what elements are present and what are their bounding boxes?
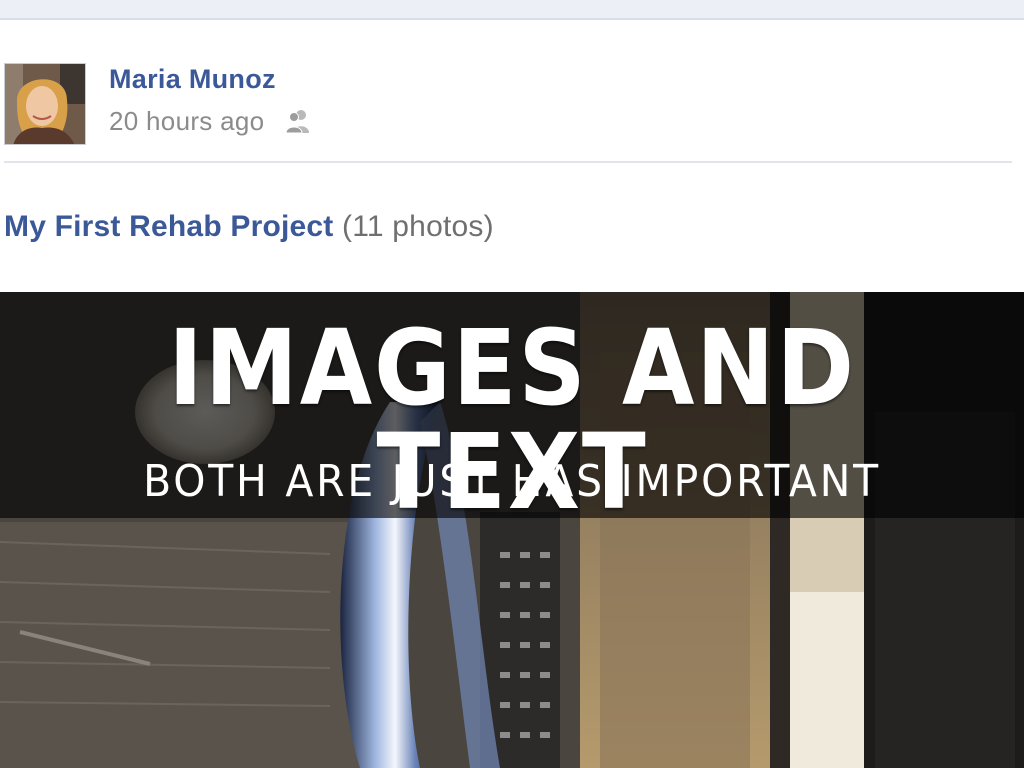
- slide-subline: BOTH ARE JUST HAS IMPORTANT: [143, 456, 881, 507]
- post-meta: 20 hours ago: [109, 104, 312, 138]
- album-photo-count: (11 photos): [342, 210, 494, 243]
- album-title-link[interactable]: My First Rehab Project: [4, 210, 333, 243]
- avatar[interactable]: [4, 63, 86, 145]
- separator: [4, 161, 1012, 163]
- top-strip: [0, 0, 1024, 20]
- album-line: My First Rehab Project (11 photos): [4, 210, 494, 244]
- avatar-photo: [5, 64, 85, 144]
- post-card: Maria Munoz 20 hours ago My First Rehab …: [0, 20, 1024, 292]
- timestamp-link[interactable]: 20 hours ago: [109, 106, 264, 137]
- author-name-link[interactable]: Maria Munoz: [109, 64, 276, 95]
- friends-icon[interactable]: [284, 107, 312, 135]
